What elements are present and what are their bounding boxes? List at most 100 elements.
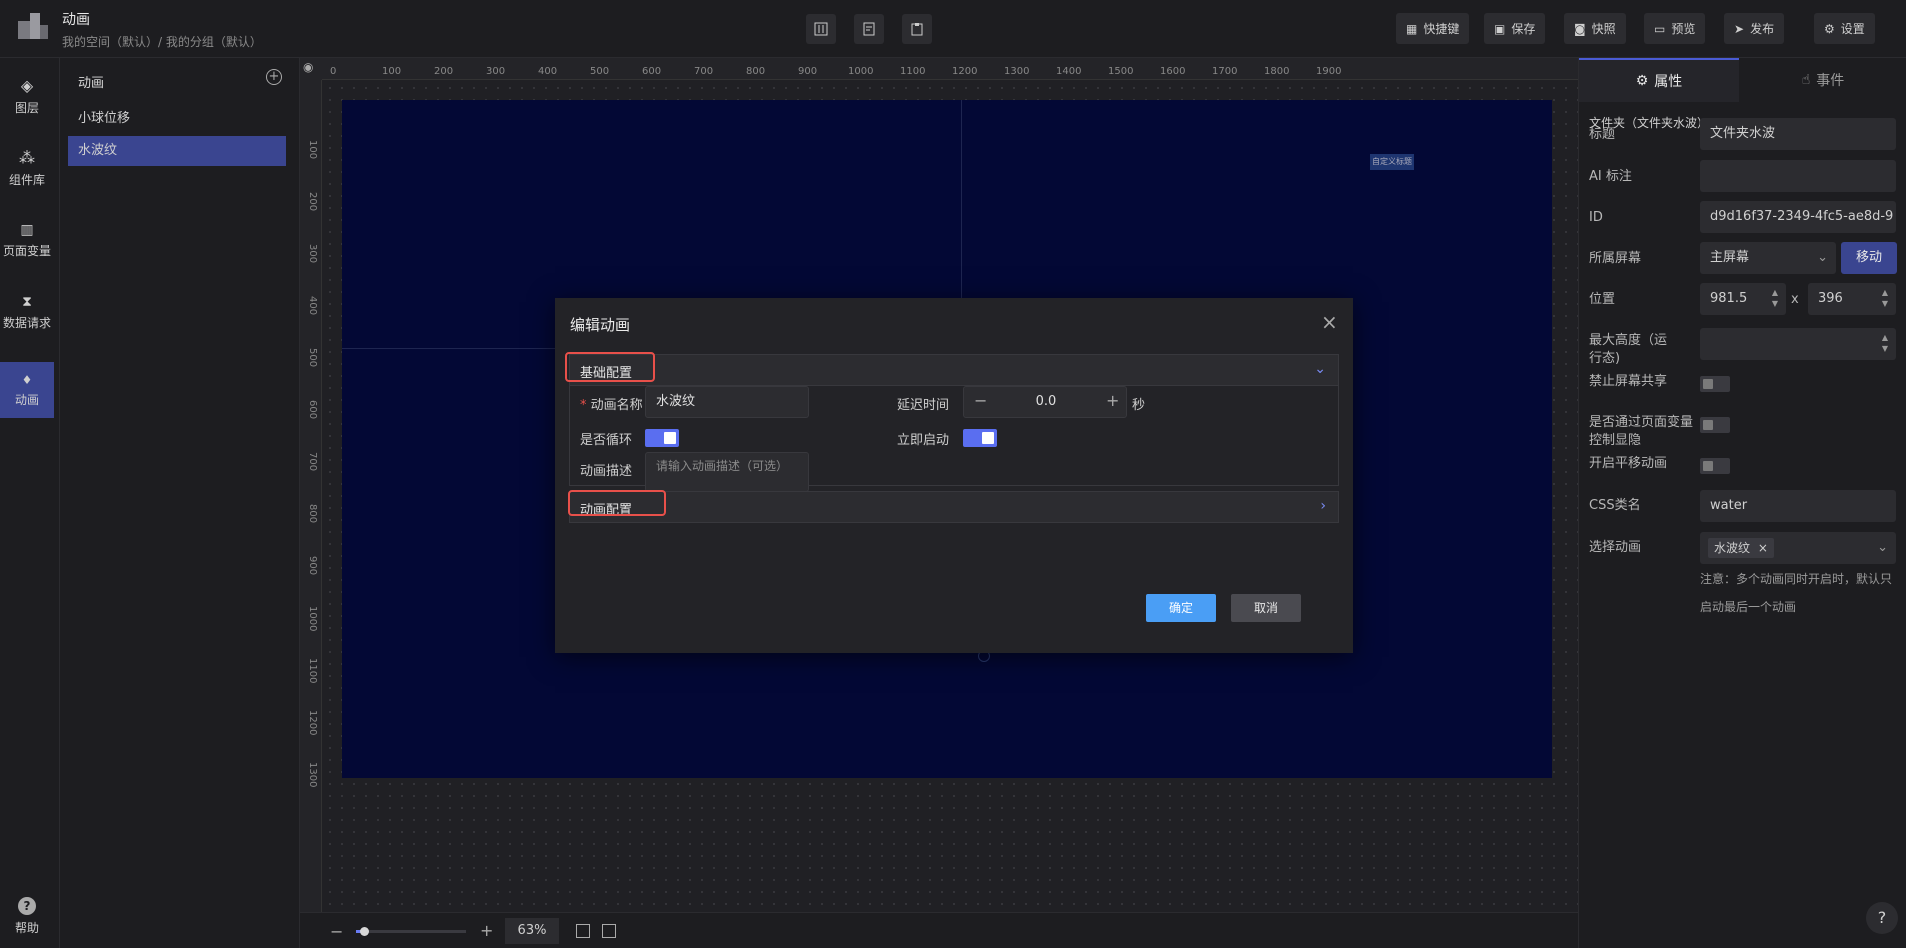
ruler-corner[interactable]: ◉ [300,58,322,80]
tab-events[interactable]: ☝ 事件 [1743,58,1903,102]
ruler-tick: 1100 [900,66,926,77]
eye-icon[interactable]: ◉ [303,60,313,74]
basic-config-header[interactable]: 基础配置 ⌄ [569,354,1339,386]
ai-field[interactable] [1700,160,1896,192]
highlight-box [568,490,666,516]
description-textarea[interactable]: 请输入动画描述（可选） [645,452,809,492]
disable-share-label: 禁止屏幕共享 [1589,374,1668,389]
snapshot-button[interactable]: ◙ 快照 [1564,13,1626,44]
animation-note: 启动最后一个动画 [1700,600,1797,614]
nav-item-layers[interactable]: ◈ 图层 [0,68,54,124]
variable-visibility-toggle[interactable] [1700,417,1730,433]
position-x-input[interactable]: 981.5 ▲ ▼ [1700,283,1786,315]
nav-item-data-request[interactable]: ⧗ 数据请求 [0,284,54,340]
screen-select[interactable]: 主屏幕 ⌄ [1700,242,1836,274]
zoom-slider-handle[interactable] [359,927,369,936]
pan-animation-toggle[interactable] [1700,458,1730,474]
align-icon-button[interactable] [806,14,836,44]
app-logo-icon [18,13,48,39]
animation-config-header[interactable]: 动画配置 › [569,491,1339,523]
left-nav: ◈ 图层 ⁂ 组件库 ▥ 页面变量 ⧗ 数据请求 ♦ 动画 ? 帮助 [0,58,60,948]
nav-item-components[interactable]: ⁂ 组件库 [0,140,54,196]
animation-list-panel: 动画 + 小球位移 水波纹 [60,58,300,948]
ruler-tick: 600 [642,66,662,77]
top-bar: 动画 我的空间（默认）/ 我的分组（默认） ▦ 快捷键 ▣ 保存 ◙ 快照 ▭ … [0,0,1906,58]
animation-name-input[interactable]: 水波纹 [645,386,809,418]
fit-screen-icon[interactable] [576,924,590,938]
zoom-level[interactable]: 63% [505,918,559,944]
shortcut-button[interactable]: ▦ 快捷键 [1396,13,1470,44]
data-request-icon: ⧗ [22,293,32,310]
animation-panel-title: 动画 [78,76,105,91]
move-button[interactable]: 移动 [1841,242,1897,274]
spinner-icon[interactable]: ▲ ▼ [1772,287,1778,309]
ruler-tick: 1000 [848,66,874,77]
ruler-left[interactable]: 100 200 300 400 500 600 700 800 900 1000… [300,80,322,912]
zoom-slider[interactable] [356,927,466,936]
plus-icon[interactable]: + [1106,391,1119,410]
max-height-input[interactable]: ▲ ▼ [1700,328,1896,360]
gear-icon: ⚙ [1635,73,1649,89]
breadcrumb[interactable]: 我的空间（默认）/ 我的分组（默认） [62,33,262,50]
screen-label: 所属屏幕 [1589,251,1642,266]
description-label: 动画描述 [580,464,633,479]
close-icon[interactable]: × [1321,310,1338,334]
save-icon: ▣ [1494,21,1506,36]
zoom-out-icon[interactable]: − [330,922,343,941]
clipboard-icon-button[interactable] [902,14,932,44]
chevron-down-icon: ⌄ [1314,361,1326,377]
id-field[interactable]: d9d16f37-2349-4fc5-ae8d-9 [1700,201,1896,233]
basic-config-body: * 动画名称 水波纹 延迟时间 − 0.0 + 秒 是否循环 立即启动 动画描述… [569,386,1339,492]
expand-icon[interactable] [602,924,616,938]
ruler-tick: 300 [307,244,318,264]
cancel-button[interactable]: 取消 [1231,594,1301,622]
save-button[interactable]: ▣ 保存 [1484,13,1546,44]
close-icon[interactable]: × [1758,541,1768,555]
ruler-tick: 800 [746,66,766,77]
ruler-tick: 200 [434,66,454,77]
select-animation-label: 选择动画 [1589,540,1642,555]
spinner-icon[interactable]: ▲ ▼ [1882,332,1888,354]
add-animation-icon[interactable]: + [266,69,282,85]
animation-icon: ♦ [21,372,33,387]
help-fab-icon[interactable]: ? [1866,902,1898,934]
spinner-icon[interactable]: ▲ ▼ [1882,287,1888,309]
delay-value[interactable]: 0.0 [1024,394,1068,409]
autostart-toggle[interactable] [963,429,997,447]
select-animation-field[interactable]: 水波纹 × ⌄ [1700,532,1896,564]
nav-item-variables[interactable]: ▥ 页面变量 [0,212,54,268]
send-icon: ➤ [1734,21,1745,36]
ruler-tick: 700 [307,452,318,472]
preview-button[interactable]: ▭ 预览 [1644,13,1706,44]
publish-button[interactable]: ➤ 发布 [1724,13,1785,44]
animation-item[interactable]: 小球位移 [68,104,286,134]
ruler-top[interactable]: 0 100 200 300 400 500 600 700 800 900 10… [322,58,1578,80]
minus-icon[interactable]: − [974,391,987,410]
ruler-tick: 1800 [1264,66,1290,77]
confirm-button[interactable]: 确定 [1146,594,1216,622]
title-field[interactable]: 文件夹水波 [1700,118,1896,150]
monitor-icon: ▭ [1654,21,1666,36]
animation-tag[interactable]: 水波纹 × [1708,538,1774,558]
ruler-tick: 600 [307,400,318,420]
position-y-input[interactable]: 396 ▲ ▼ [1808,283,1896,315]
nav-item-animation[interactable]: ♦ 动画 [0,362,54,418]
zoom-in-icon[interactable]: + [480,921,493,940]
ruler-tick: 1900 [1316,66,1342,77]
loop-toggle[interactable] [645,429,679,447]
variable-visibility-label: 是否通过页面变量控制显隐 [1589,415,1694,448]
canvas-label-component[interactable]: 自定义标题 [1370,154,1414,170]
layers-icon: ◈ [20,76,34,95]
nav-item-help[interactable]: ? 帮助 [0,888,54,944]
animation-item-selected[interactable]: 水波纹 [68,136,286,166]
help-icon: ? [18,896,36,915]
animation-note: 注意：多个动画同时开启时，默认只 [1700,572,1893,586]
tab-properties[interactable]: ⚙ 属性 [1579,58,1739,102]
disable-share-toggle[interactable] [1700,376,1730,392]
delay-stepper[interactable]: − 0.0 + [963,386,1127,418]
ruler-tick: 700 [694,66,714,77]
css-class-input[interactable]: water [1700,490,1896,522]
document-icon-button[interactable] [854,14,884,44]
settings-button[interactable]: ⚙ 设置 [1814,13,1875,44]
chevron-right-icon: › [1320,498,1326,514]
